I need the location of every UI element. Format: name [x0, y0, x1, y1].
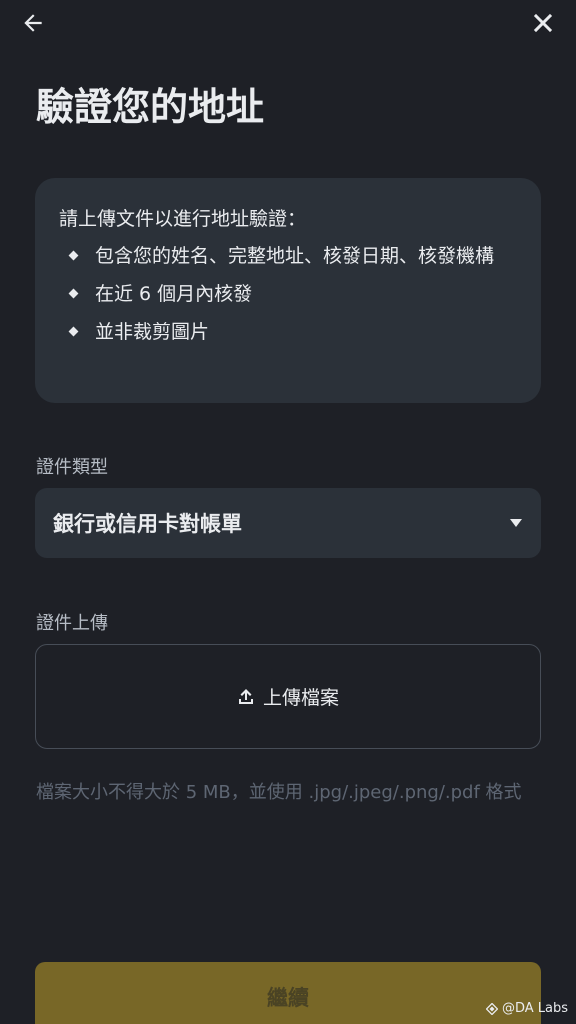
caret-down-icon: [510, 519, 522, 527]
diamond-bullet-icon: [68, 326, 79, 337]
upload-button-content: 上傳檔案: [237, 683, 339, 710]
upload-file-button[interactable]: 上傳檔案: [35, 644, 541, 749]
arrow-left-icon: [24, 14, 42, 32]
watermark: @DA Labs: [485, 1001, 568, 1016]
requirement-text: 在近 6 個月內核發: [95, 283, 253, 305]
close-icon: [533, 13, 553, 33]
watermark-text: @DA Labs: [501, 1001, 568, 1016]
list-item: 並非裁剪圖片: [59, 316, 517, 348]
list-item: 在近 6 個月內核發: [59, 278, 517, 310]
requirements-card: 請上傳文件以進行地址驗證： 包含您的姓名、完整地址、核發日期、核發機構 在近 6…: [35, 178, 541, 403]
document-type-label: 證件類型: [36, 457, 108, 478]
back-button[interactable]: [18, 8, 48, 38]
close-button[interactable]: [528, 8, 558, 38]
page-title: 驗證您的地址: [36, 85, 265, 129]
document-type-value: 銀行或信用卡對帳單: [53, 512, 242, 536]
requirement-text: 包含您的姓名、完整地址、核發日期、核發機構: [95, 245, 495, 267]
diamond-bullet-icon: [68, 288, 79, 299]
requirement-text: 並非裁剪圖片: [95, 321, 210, 343]
continue-button[interactable]: 繼續: [35, 962, 541, 1024]
list-item: 包含您的姓名、完整地址、核發日期、核發機構: [59, 240, 517, 272]
upload-button-label: 上傳檔案: [262, 687, 339, 709]
upload-icon: [238, 688, 253, 704]
upload-hint: 檔案大小不得大於 5 MB，並使用 .jpg/.jpeg/.png/.pdf 格…: [36, 782, 522, 803]
requirements-list: 包含您的姓名、完整地址、核發日期、核發機構 在近 6 個月內核發 並非裁剪圖片: [59, 240, 517, 348]
document-upload-label: 證件上傳: [36, 613, 108, 634]
diamond-bullet-icon: [68, 250, 79, 261]
diamond-logo-icon: [485, 1002, 498, 1015]
requirements-heading: 請上傳文件以進行地址驗證：: [59, 208, 307, 230]
document-type-select[interactable]: 銀行或信用卡對帳單: [35, 488, 541, 558]
